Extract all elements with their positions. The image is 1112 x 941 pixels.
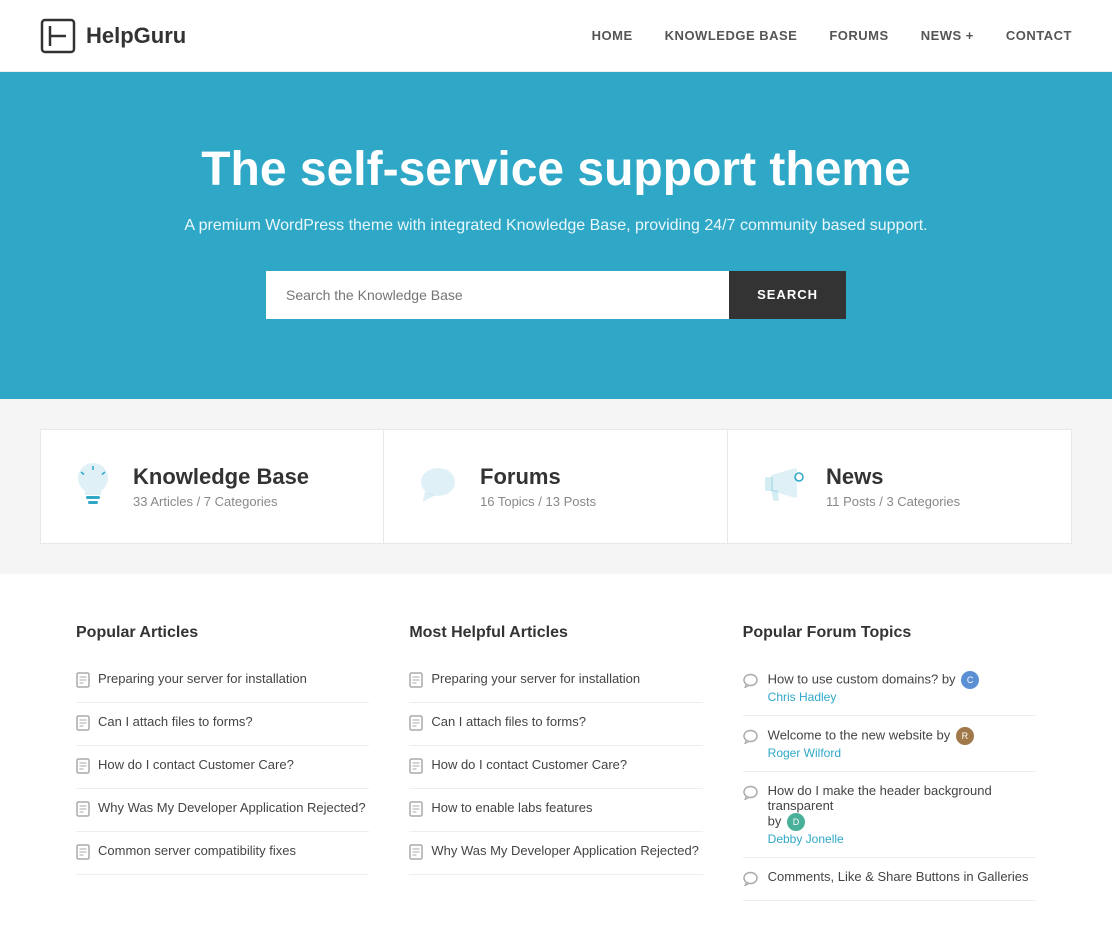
helpful-articles-col: Most Helpful Articles Preparing your ser…: [409, 624, 702, 901]
stats-section: Knowledge Base 33 Articles / 7 Categorie…: [0, 399, 1112, 574]
helpful-article-4-text: How to enable labs features: [431, 800, 592, 815]
chat-bubble-icon: [743, 673, 758, 704]
forum-topic-3-by: by: [768, 813, 785, 828]
nav-home[interactable]: HOME: [592, 28, 633, 43]
helpful-article-4[interactable]: How to enable labs features: [409, 789, 702, 832]
popular-article-4-text: Why Was My Developer Application Rejecte…: [98, 800, 366, 815]
helpful-article-5[interactable]: Why Was My Developer Application Rejecte…: [409, 832, 702, 875]
doc-icon: [409, 801, 423, 820]
doc-icon: [76, 672, 90, 691]
helpful-article-1-text: Preparing your server for installation: [431, 671, 640, 686]
popular-articles-title: Popular Articles: [76, 624, 369, 642]
nav-contact[interactable]: CONTACT: [1006, 28, 1072, 43]
forum-topic-1-by: by: [942, 671, 959, 686]
forum-topic-3[interactable]: How do I make the header background tran…: [743, 772, 1036, 858]
forum-topics-title: Popular Forum Topics: [743, 624, 1036, 642]
doc-icon: [409, 844, 423, 863]
helpful-article-2-text: Can I attach files to forms?: [431, 714, 586, 729]
doc-icon: [409, 715, 423, 734]
knowledge-base-detail: 33 Articles / 7 Categories: [133, 494, 309, 509]
popular-article-1-text: Preparing your server for installation: [98, 671, 307, 686]
logo-icon: [40, 18, 76, 54]
avatar-roger: R: [956, 727, 974, 745]
stats-grid: Knowledge Base 33 Articles / 7 Categorie…: [40, 429, 1072, 544]
forum-topic-2-title: Welcome to the new website: [768, 727, 933, 742]
helpful-article-5-text: Why Was My Developer Application Rejecte…: [431, 843, 699, 858]
popular-article-5[interactable]: Common server compatibility fixes: [76, 832, 369, 875]
helpful-article-3-text: How do I contact Customer Care?: [431, 757, 627, 772]
helpful-articles-list: Preparing your server for installation C…: [409, 660, 702, 875]
lightbulb-icon: [73, 460, 113, 513]
search-button[interactable]: SEARCH: [729, 271, 846, 319]
news-info: News 11 Posts / 3 Categories: [826, 464, 960, 509]
news-card[interactable]: News 11 Posts / 3 Categories: [728, 429, 1072, 544]
popular-article-2-text: Can I attach files to forms?: [98, 714, 253, 729]
forums-info: Forums 16 Topics / 13 Posts: [480, 464, 596, 509]
doc-icon: [409, 672, 423, 691]
popular-article-3[interactable]: How do I contact Customer Care?: [76, 746, 369, 789]
avatar-debby: D: [787, 813, 805, 831]
forums-title: Forums: [480, 464, 596, 490]
search-input[interactable]: [266, 271, 729, 319]
helpful-article-3[interactable]: How do I contact Customer Care?: [409, 746, 702, 789]
knowledge-base-title: Knowledge Base: [133, 464, 309, 490]
forums-card[interactable]: Forums 16 Topics / 13 Posts: [384, 429, 728, 544]
content-section: Popular Articles Preparing your server f…: [36, 574, 1076, 941]
forum-topic-3-author[interactable]: Debby Jonelle: [768, 832, 844, 846]
doc-icon: [409, 758, 423, 777]
news-detail: 11 Posts / 3 Categories: [826, 494, 960, 509]
doc-icon: [76, 715, 90, 734]
forum-topics-list: How to use custom domains? by C Chris Ha…: [743, 660, 1036, 901]
forum-topic-1-title: How to use custom domains?: [768, 671, 939, 686]
knowledge-base-card[interactable]: Knowledge Base 33 Articles / 7 Categorie…: [40, 429, 384, 544]
forum-topic-4-title: Comments, Like & Share Buttons in Galler…: [768, 869, 1029, 884]
popular-article-4[interactable]: Why Was My Developer Application Rejecte…: [76, 789, 369, 832]
forums-detail: 16 Topics / 13 Posts: [480, 494, 596, 509]
forum-topic-3-title: How do I make the header background tran…: [768, 783, 992, 813]
hero-section: The self-service support theme A premium…: [0, 72, 1112, 399]
hero-title: The self-service support theme: [20, 142, 1092, 197]
popular-article-5-text: Common server compatibility fixes: [98, 843, 296, 858]
popular-articles-list: Preparing your server for installation C…: [76, 660, 369, 875]
forum-topic-4-content: Comments, Like & Share Buttons in Galler…: [768, 869, 1036, 889]
logo[interactable]: HelpGuru: [40, 18, 186, 54]
doc-icon: [76, 844, 90, 863]
nav-forums[interactable]: FORUMS: [829, 28, 888, 43]
chat-icon: [416, 462, 460, 511]
helpful-article-2[interactable]: Can I attach files to forms?: [409, 703, 702, 746]
site-header: HelpGuru HOME KNOWLEDGE BASE FORUMS NEWS…: [0, 0, 1112, 72]
forum-topic-1[interactable]: How to use custom domains? by C Chris Ha…: [743, 660, 1036, 716]
chat-bubble-icon: [743, 871, 758, 889]
nav-knowledge-base[interactable]: KNOWLEDGE BASE: [665, 28, 798, 43]
popular-article-3-text: How do I contact Customer Care?: [98, 757, 294, 772]
popular-article-2[interactable]: Can I attach files to forms?: [76, 703, 369, 746]
forum-topic-2[interactable]: Welcome to the new website by R Roger Wi…: [743, 716, 1036, 772]
content-grid: Popular Articles Preparing your server f…: [76, 624, 1036, 901]
popular-articles-col: Popular Articles Preparing your server f…: [76, 624, 369, 901]
forum-topic-1-author[interactable]: Chris Hadley: [768, 690, 837, 704]
avatar-chris: C: [961, 671, 979, 689]
chat-bubble-icon: [743, 729, 758, 760]
popular-article-1[interactable]: Preparing your server for installation: [76, 660, 369, 703]
news-title: News: [826, 464, 960, 490]
forum-topic-2-content: Welcome to the new website by R Roger Wi…: [768, 727, 1036, 760]
forum-topic-4[interactable]: Comments, Like & Share Buttons in Galler…: [743, 858, 1036, 901]
main-nav: HOME KNOWLEDGE BASE FORUMS NEWS + CONTAC…: [592, 28, 1072, 43]
forum-topics-col: Popular Forum Topics How to use custom d…: [743, 624, 1036, 901]
doc-icon: [76, 801, 90, 820]
chat-bubble-icon: [743, 785, 758, 846]
forum-topic-2-by: by: [937, 727, 954, 742]
forum-topic-1-content: How to use custom domains? by C Chris Ha…: [768, 671, 1036, 704]
hero-subtitle: A premium WordPress theme with integrate…: [20, 213, 1092, 239]
logo-text: HelpGuru: [86, 23, 186, 49]
forum-topic-2-author[interactable]: Roger Wilford: [768, 746, 841, 760]
knowledge-base-info: Knowledge Base 33 Articles / 7 Categorie…: [133, 464, 309, 509]
forum-topic-3-content: How do I make the header background tran…: [768, 783, 1036, 846]
doc-icon: [76, 758, 90, 777]
search-bar: SEARCH: [266, 271, 846, 319]
helpful-article-1[interactable]: Preparing your server for installation: [409, 660, 702, 703]
megaphone-icon: [760, 463, 806, 510]
nav-news[interactable]: NEWS +: [921, 28, 974, 43]
helpful-articles-title: Most Helpful Articles: [409, 624, 702, 642]
